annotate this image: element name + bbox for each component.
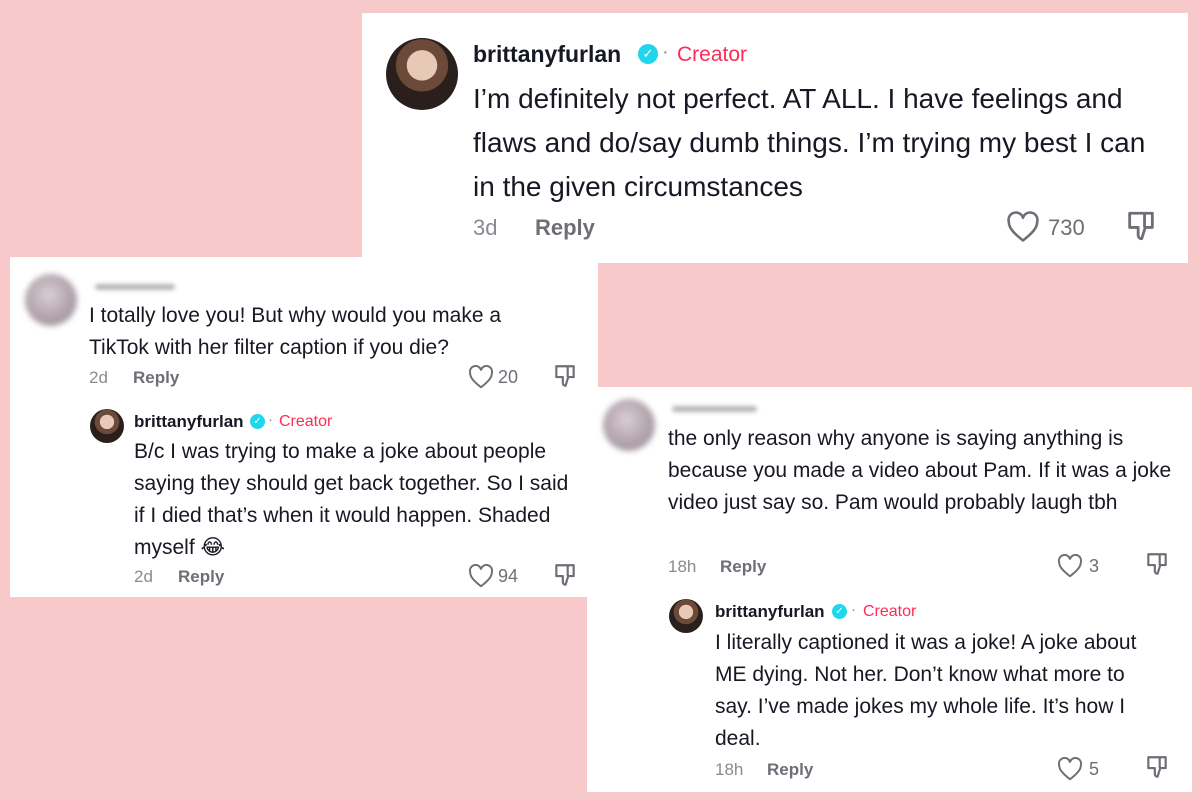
creator-badge: Creator [677, 43, 748, 66]
thumbs-down-outline-icon[interactable] [1144, 754, 1170, 780]
right-thread-card: the only reason why anyone is saying any… [587, 387, 1192, 792]
comment-text: B/c I was trying to make a joke about pe… [134, 440, 569, 559]
creator-avatar[interactable] [386, 38, 458, 110]
thumbs-down-outline-icon[interactable] [1124, 209, 1158, 243]
like-count: 3 [1089, 556, 1100, 576]
separator-dot: · [268, 411, 273, 428]
comment-text: I literally captioned it was a joke! A j… [715, 631, 1137, 750]
thumbs-down-outline-icon[interactable] [1144, 551, 1170, 577]
blurred-username [672, 406, 757, 412]
heart-outline-icon[interactable] [468, 564, 494, 588]
comment-age: 2d [134, 567, 153, 586]
verified-badge-icon: ✓ [250, 414, 265, 429]
creator-avatar[interactable] [669, 599, 703, 633]
top-comment-card: brittanyfurlan ✓ · Creator I’m definitel… [362, 13, 1188, 263]
reply-button[interactable]: Reply [178, 567, 224, 587]
separator-dot: · [851, 601, 856, 618]
commenter-avatar[interactable] [603, 399, 655, 451]
left-thread-card: I totally love you! But why would you ma… [10, 257, 598, 597]
reply-button[interactable]: Reply [720, 557, 766, 577]
verified-badge-icon: ✓ [832, 604, 847, 619]
comment-age: 18h [715, 760, 744, 779]
heart-outline-icon[interactable] [1006, 211, 1040, 243]
like-count: 730 [1048, 215, 1085, 240]
separator-dot: · [662, 41, 669, 63]
comment-username[interactable]: brittanyfurlan [715, 602, 825, 622]
comment-age: 2d [89, 368, 108, 387]
thumbs-down-outline-icon[interactable] [552, 363, 578, 389]
reply-button[interactable]: Reply [535, 215, 595, 241]
verified-badge-icon: ✓ [638, 44, 658, 64]
comment-text: I totally love you! But why would you ma… [89, 304, 502, 359]
blurred-username [95, 284, 175, 290]
reply-button[interactable]: Reply [767, 760, 813, 780]
comment-age: 3d [473, 215, 498, 240]
commenter-avatar[interactable] [25, 274, 77, 326]
comment-username[interactable]: brittanyfurlan [134, 412, 244, 432]
like-count: 20 [498, 367, 519, 387]
thumbs-down-outline-icon[interactable] [552, 562, 578, 588]
creator-avatar[interactable] [90, 409, 124, 443]
collage-background: { "top_comment": { "username": "brittany… [0, 0, 1200, 800]
comment-username[interactable]: brittanyfurlan [473, 41, 621, 68]
comment-text: I’m definitely not perfect. AT ALL. I ha… [473, 83, 1146, 202]
reply-button[interactable]: Reply [133, 368, 179, 388]
heart-outline-icon[interactable] [1057, 757, 1083, 781]
comment-text: the only reason why anyone is saying any… [668, 427, 1172, 514]
heart-outline-icon[interactable] [1057, 554, 1083, 578]
like-count: 94 [498, 566, 519, 586]
like-count: 5 [1089, 759, 1100, 779]
creator-badge: Creator [863, 603, 917, 620]
heart-outline-icon[interactable] [468, 365, 494, 389]
comment-age: 18h [668, 557, 697, 576]
creator-badge: Creator [279, 413, 333, 430]
